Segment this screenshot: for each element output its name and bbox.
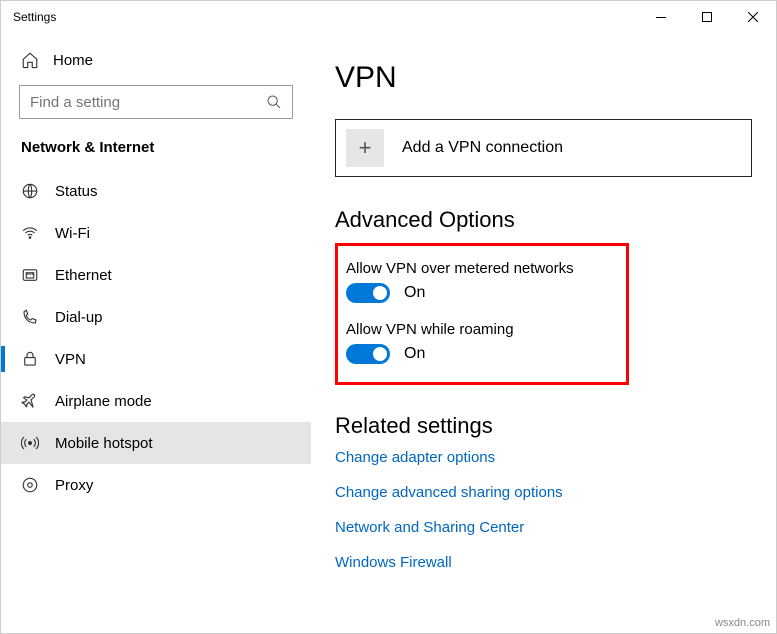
section-header: Network & Internet bbox=[1, 135, 311, 170]
sidebar-item-proxy[interactable]: Proxy bbox=[1, 464, 311, 506]
related-settings-heading: Related settings bbox=[335, 413, 752, 439]
close-button[interactable] bbox=[730, 1, 776, 33]
window-title: Settings bbox=[13, 10, 56, 24]
sidebar-item-label: Wi-Fi bbox=[55, 225, 90, 242]
sidebar-item-ethernet[interactable]: Ethernet bbox=[1, 254, 311, 296]
page-title: VPN bbox=[335, 61, 752, 95]
add-vpn-label: Add a VPN connection bbox=[402, 139, 563, 157]
roaming-toggle[interactable] bbox=[346, 344, 390, 364]
sidebar-item-label: Status bbox=[55, 183, 98, 200]
sidebar-item-label: Proxy bbox=[55, 477, 93, 494]
metered-state: On bbox=[404, 284, 425, 302]
add-vpn-button[interactable]: + Add a VPN connection bbox=[335, 119, 752, 177]
sidebar-item-label: Airplane mode bbox=[55, 393, 152, 410]
home-nav[interactable]: Home bbox=[1, 41, 311, 79]
highlight-box: Allow VPN over metered networks On Allow… bbox=[335, 243, 629, 385]
metered-label: Allow VPN over metered networks bbox=[346, 260, 608, 277]
home-label: Home bbox=[53, 52, 93, 69]
minimize-button[interactable] bbox=[638, 1, 684, 33]
link-advanced-sharing[interactable]: Change advanced sharing options bbox=[335, 484, 752, 501]
dialup-icon bbox=[21, 308, 39, 326]
watermark: wsxdn.com bbox=[715, 617, 770, 629]
sidebar-item-wifi[interactable]: Wi-Fi bbox=[1, 212, 311, 254]
advanced-options-heading: Advanced Options bbox=[335, 207, 752, 233]
sidebar-item-label: Dial-up bbox=[55, 309, 103, 326]
sidebar-item-label: Ethernet bbox=[55, 267, 112, 284]
wifi-icon bbox=[21, 224, 39, 242]
maximize-button[interactable] bbox=[684, 1, 730, 33]
sidebar-item-label: Mobile hotspot bbox=[55, 435, 153, 452]
sidebar-item-vpn[interactable]: VPN bbox=[1, 338, 311, 380]
hotspot-icon bbox=[21, 434, 39, 452]
sidebar-item-dialup[interactable]: Dial-up bbox=[1, 296, 311, 338]
window-controls bbox=[638, 1, 776, 33]
ethernet-icon bbox=[21, 266, 39, 284]
search-icon bbox=[266, 94, 282, 110]
search-box[interactable] bbox=[19, 85, 293, 119]
sidebar-item-airplane[interactable]: Airplane mode bbox=[1, 380, 311, 422]
vpn-icon bbox=[21, 350, 39, 368]
home-icon bbox=[21, 51, 39, 69]
link-network-center[interactable]: Network and Sharing Center bbox=[335, 519, 752, 536]
search-input[interactable] bbox=[30, 94, 266, 111]
plus-icon: + bbox=[346, 129, 384, 167]
link-windows-firewall[interactable]: Windows Firewall bbox=[335, 554, 752, 571]
sidebar-item-status[interactable]: Status bbox=[1, 170, 311, 212]
airplane-icon bbox=[21, 392, 39, 410]
status-icon bbox=[21, 182, 39, 200]
link-adapter-options[interactable]: Change adapter options bbox=[335, 449, 752, 466]
sidebar-item-label: VPN bbox=[55, 351, 86, 368]
sidebar: Home Network & Internet Status Wi-Fi bbox=[1, 33, 311, 633]
roaming-state: On bbox=[404, 345, 425, 363]
roaming-label: Allow VPN while roaming bbox=[346, 321, 608, 338]
sidebar-item-hotspot[interactable]: Mobile hotspot bbox=[1, 422, 311, 464]
metered-toggle[interactable] bbox=[346, 283, 390, 303]
content-pane: VPN + Add a VPN connection Advanced Opti… bbox=[311, 33, 776, 633]
proxy-icon bbox=[21, 476, 39, 494]
